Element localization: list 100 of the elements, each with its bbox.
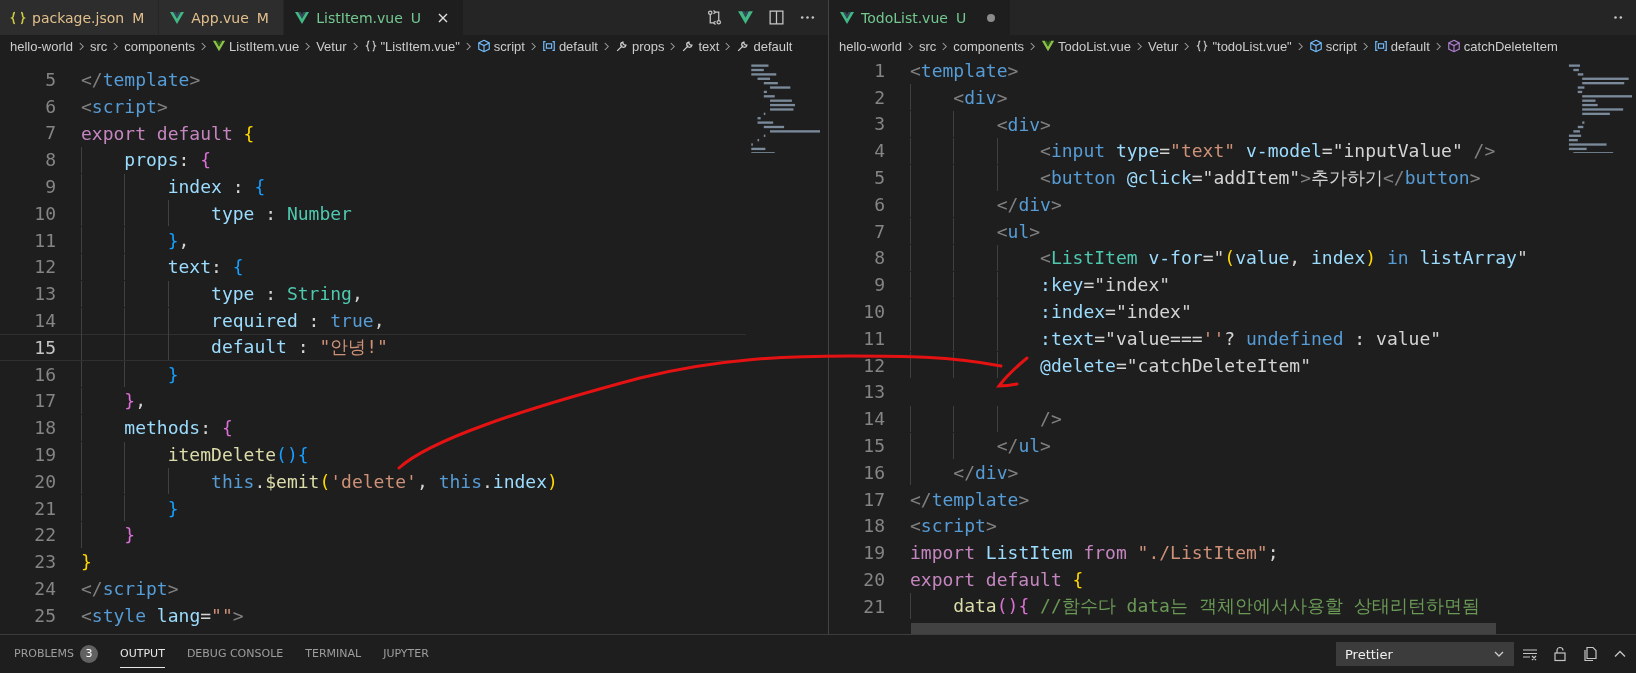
code-line: </template> [910, 488, 1030, 510]
panel-tab[interactable]: PROBLEMS 3 [14, 640, 99, 668]
line-number: 8 [44, 149, 56, 171]
cube-icon [1308, 39, 1323, 53]
line-number: 7 [873, 220, 885, 242]
panel-tab[interactable]: OUTPUT [120, 640, 165, 668]
breadcrumb-item[interactable]: src [89, 38, 108, 54]
code-line: @delete="catchDeleteItem" [1039, 354, 1311, 376]
chevron-icon [906, 40, 914, 52]
breadcrumb-item[interactable]: script [493, 38, 525, 54]
line-number: 10 [862, 301, 885, 323]
line-number: 13 [862, 381, 885, 403]
code-line: export default { [910, 569, 1084, 591]
copy-icon[interactable] [1582, 646, 1598, 662]
line-number: 6 [44, 95, 56, 117]
line-number: 16 [862, 461, 885, 483]
variable-icon [541, 39, 556, 53]
code-line: <button @click="addItem">추가하기</button> [1039, 165, 1481, 190]
line-number: 23 [33, 551, 56, 573]
tab-label: package.json [32, 9, 125, 26]
clear-output-icon[interactable] [1522, 646, 1538, 662]
tab-label: App.vue [191, 9, 249, 26]
code-line: </template> [81, 68, 201, 90]
braces-icon [363, 39, 378, 53]
vue-icon [839, 9, 855, 26]
code-line: this.$emit('delete', this.index) [210, 470, 558, 492]
breadcrumb-item[interactable]: props [631, 38, 665, 54]
tab-label: ListItem.vue [316, 9, 403, 26]
code-line: data(){ //함수다 data는 객체안에서사용할 상태리턴하면됨 [952, 594, 1480, 619]
vue-icon [169, 9, 186, 26]
breadcrumb-item[interactable]: text [698, 38, 720, 54]
panel-tab[interactable]: DEBUG CONSOLE [186, 640, 284, 668]
line-number: 15 [33, 336, 56, 358]
breadcrumb-item[interactable]: "ListItem.vue" [380, 38, 460, 54]
tab-label: TodoList.vue [861, 9, 948, 26]
line-number: 16 [33, 363, 56, 385]
breadcrumb-item[interactable]: src [918, 38, 937, 54]
breadcrumb-item[interactable]: hello-world [839, 38, 902, 54]
breadcrumb-item[interactable]: default [1390, 38, 1430, 54]
line-number: 10 [33, 202, 56, 224]
code-line: /> [1039, 408, 1062, 430]
breadcrumb-item[interactable]: ListItem.vue [229, 38, 300, 54]
chevron-icon [112, 40, 120, 52]
code-line: <div> [952, 86, 1008, 108]
breadcrumb-item[interactable]: hello-world [10, 38, 73, 54]
chevron-icon [1296, 40, 1304, 52]
split-editor-icon[interactable] [768, 9, 785, 26]
line-number: 21 [33, 497, 56, 519]
problem-count: 3 [80, 644, 99, 663]
breadcrumb-item[interactable]: catchDeleteItem [1463, 38, 1558, 54]
code-line: <script> [81, 95, 168, 117]
chevron-icon [1361, 40, 1369, 52]
editor-tab[interactable]: package.json M [0, 0, 160, 35]
code-line: }, [166, 229, 190, 251]
code-line: <template> [910, 59, 1019, 81]
line-number: 12 [33, 256, 56, 278]
editor-tab[interactable]: TodoList.vue U [829, 0, 1012, 35]
breadcrumb-item[interactable]: default [753, 38, 793, 54]
chevron-icon [351, 40, 359, 52]
line-number: 20 [33, 470, 56, 492]
line-number: 12 [862, 354, 885, 376]
breadcrumb-item[interactable]: Vetur [316, 38, 347, 54]
vetur-icon[interactable] [737, 9, 754, 26]
line-number: 21 [862, 595, 885, 617]
breadcrumb-item[interactable]: TodoList.vue [1058, 38, 1132, 54]
breadcrumb-item[interactable]: "todoList.vue" [1212, 38, 1292, 54]
chevron-icon [1136, 40, 1144, 52]
breadcrumb-item[interactable]: components [953, 38, 1025, 54]
code-line: <ListItem v-for="(value, index) in listArray" [1039, 247, 1528, 269]
compare-changes-icon[interactable] [706, 9, 723, 26]
line-number: 9 [44, 176, 56, 198]
code-line: type : Number [210, 202, 352, 224]
unlock-icon[interactable] [1552, 646, 1568, 662]
output-channel-dropdown[interactable]: Prettier [1336, 642, 1514, 666]
scrollbar[interactable] [911, 623, 1496, 634]
line-number: 4 [873, 140, 885, 162]
breadcrumb-item[interactable]: components [124, 38, 196, 54]
editor-tab[interactable]: ListItem.vue U [284, 0, 465, 35]
editor-tab[interactable]: App.vue M [159, 0, 285, 35]
breadcrumb-item[interactable]: Vetur [1148, 38, 1179, 54]
code-line: methods: { [123, 417, 233, 439]
line-number: 9 [873, 274, 885, 296]
code-line: } [166, 363, 179, 385]
code-line: index : { [166, 176, 266, 198]
cube-icon [1446, 39, 1461, 53]
close-icon[interactable] [437, 11, 450, 24]
chevron-icon [529, 40, 537, 52]
breadcrumb-item[interactable]: default [558, 38, 598, 54]
vue-icon [294, 9, 311, 26]
line-number: 19 [33, 444, 56, 466]
breadcrumb-item[interactable]: script [1325, 38, 1357, 54]
line-number: 11 [33, 229, 56, 251]
panel-tab[interactable]: JUPYTER [383, 640, 429, 668]
code-line: :text="value===''? undefined : value" [1039, 327, 1442, 349]
line-number: 5 [873, 167, 885, 189]
code-line: } [123, 524, 136, 546]
panel-tab[interactable]: TERMINAL [305, 640, 362, 668]
chevron-icon [77, 40, 85, 52]
line-number: 18 [33, 417, 56, 439]
line-number: 25 [33, 604, 56, 626]
